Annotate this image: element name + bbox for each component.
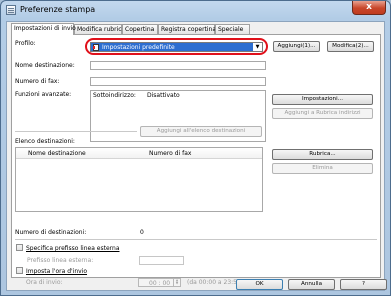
delete-button[interactable]: Elimina	[272, 163, 373, 174]
prefix-input[interactable]	[139, 256, 184, 265]
subaddress-label: Sottoindirizzo:	[93, 92, 136, 99]
send-time-range: (da 00:00 a 23:59)	[187, 279, 244, 286]
print-preferences-window: Preferenze stampa x Impostazioni di invi…	[0, 0, 391, 296]
destination-name-label: Nome destinazione:	[15, 62, 75, 69]
separator-line	[15, 131, 137, 132]
tab-label: Speciale	[218, 26, 244, 33]
tab-label: Modifica rubrica	[77, 26, 126, 33]
prefix-checkbox[interactable]	[16, 244, 23, 251]
add-profile-button[interactable]: Aggiungi(1)...	[273, 41, 320, 52]
modify-profile-button[interactable]: Modifica(2)...	[327, 41, 374, 52]
dialog-client: Impostazioni di invio Modifica rubrica C…	[6, 21, 385, 291]
help-button[interactable]: ?	[340, 279, 387, 290]
column-fax-number[interactable]: Numero di fax	[149, 150, 191, 157]
subaddress-value: Disattivato	[147, 92, 180, 99]
list-header: Nome destinazione Numero di fax	[16, 148, 262, 159]
window-title: Preferenze stampa	[20, 5, 96, 14]
tab-edit-addressbook[interactable]: Modifica rubrica	[74, 24, 126, 34]
close-button[interactable]: x	[352, 1, 386, 15]
destination-list-label: Elenco destinazioni:	[15, 138, 75, 145]
fax-number-input[interactable]	[90, 77, 266, 86]
add-to-addressbook-button[interactable]: Aggiungi a Rubrica indirizzi	[272, 108, 373, 119]
spinner-arrows-icon[interactable]: ▲ ▼	[173, 279, 180, 286]
destination-name-input[interactable]	[90, 61, 266, 70]
cancel-button[interactable]: Annulla	[288, 279, 335, 290]
fax-number-label: Numero di fax:	[15, 78, 60, 85]
printer-settings-icon	[6, 5, 16, 15]
column-destination-name[interactable]: Nome destinazione	[28, 150, 86, 157]
destination-list[interactable]: Nome destinazione Numero di fax	[15, 147, 263, 212]
tab-register-cover-sheet[interactable]: Registra copertina	[158, 24, 217, 34]
send-time-value: 00 : 00	[149, 280, 171, 287]
tab-label: Registra copertina	[161, 26, 217, 33]
tab-label: Impostazioni di invio	[14, 25, 76, 32]
send-time-checkbox-label[interactable]: Imposta l'ora d'invio	[26, 268, 87, 275]
destination-count-label: Numero di destinazioni:	[15, 229, 87, 236]
title-bar: Preferenze stampa x	[1, 1, 390, 21]
add-to-destination-list-button[interactable]: Aggiungi all'elenco destinazioni	[140, 126, 262, 137]
destination-count-value: 0	[140, 229, 144, 236]
chevron-down-icon[interactable]: ▼	[253, 43, 262, 51]
profile-printer-icon	[93, 44, 99, 51]
tab-label: Copertina	[125, 26, 155, 33]
profile-label: Profilo:	[15, 40, 36, 47]
profile-selected-value: Impostazioni predefinite	[102, 44, 175, 51]
tab-special[interactable]: Speciale	[215, 24, 250, 34]
tab-send-settings[interactable]: Impostazioni di invio	[11, 23, 76, 35]
tab-cover-sheet[interactable]: Copertina	[122, 24, 158, 34]
settings-button[interactable]: Impostazioni...	[272, 94, 373, 105]
addressbook-button[interactable]: Rubrica...	[272, 149, 373, 160]
ok-button[interactable]: OK	[236, 279, 283, 290]
advanced-functions-label: Funzioni avanzate:	[15, 91, 72, 98]
profile-select[interactable]: Impostazioni predefinite ▼	[90, 42, 263, 52]
separator-line	[15, 239, 377, 240]
send-time-checkbox[interactable]	[16, 267, 23, 274]
send-time-label: Ora di invio:	[26, 279, 63, 286]
prefix-label: Prefisso linea esterna:	[27, 257, 94, 264]
send-time-spinner[interactable]: 00 : 00 ▲ ▼	[138, 278, 181, 287]
prefix-checkbox-label[interactable]: Specifica prefisso linea esterna	[26, 245, 120, 252]
send-settings-panel: Profilo: Impostazioni predefinite ▼ Aggi…	[11, 34, 381, 278]
